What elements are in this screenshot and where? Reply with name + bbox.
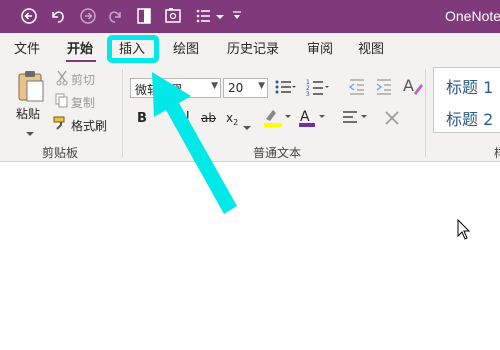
paste-icon xyxy=(18,71,44,102)
app-title: OneNote xyxy=(445,8,500,24)
delete-icon[interactable] xyxy=(384,110,400,130)
format-painter-icon xyxy=(53,115,69,135)
active-tab-indicator xyxy=(66,60,96,62)
copy-button[interactable]: 复制 xyxy=(71,94,95,111)
subscript-mark: 2 xyxy=(233,118,239,127)
font-size-combo[interactable]: 20 ▼ xyxy=(223,78,268,98)
subscript-button[interactable]: x2 xyxy=(226,111,239,127)
redo-icon[interactable] xyxy=(105,0,127,33)
tab-review[interactable]: 审阅 xyxy=(307,38,333,57)
copy-icon xyxy=(55,93,69,113)
chevron-down-icon[interactable]: ▼ xyxy=(258,81,265,91)
group-separator xyxy=(425,69,426,157)
screen-clip-icon[interactable] xyxy=(162,0,184,33)
svg-text:A: A xyxy=(403,76,414,95)
bullets-icon[interactable] xyxy=(274,77,296,101)
list-icon[interactable] xyxy=(193,0,215,33)
chevron-down-icon[interactable] xyxy=(243,117,251,136)
highlighter-icon[interactable] xyxy=(262,107,292,133)
forward-icon[interactable] xyxy=(77,0,99,33)
numbering-icon[interactable]: 123 xyxy=(306,77,330,101)
style-heading-2[interactable]: 标题 2 xyxy=(446,106,493,130)
list-dropdown-icon[interactable] xyxy=(215,0,225,33)
tab-view[interactable]: 视图 xyxy=(358,38,384,57)
tab-history[interactable]: 历史记录 xyxy=(227,38,279,57)
styles-group-label: 样 xyxy=(494,144,500,161)
clipboard-group-label: 剪贴板 xyxy=(42,146,79,160)
align-icon[interactable] xyxy=(342,109,370,131)
back-icon[interactable] xyxy=(18,0,40,33)
tab-draw[interactable]: 绘图 xyxy=(173,38,199,57)
cut-button[interactable]: 剪切 xyxy=(71,71,95,88)
style-heading-1[interactable]: 标题 1 xyxy=(446,74,493,98)
font-name-combo[interactable]: 微软雅黑 ▼ xyxy=(130,78,221,98)
basic-text-group-label: 普通文本 xyxy=(253,146,302,160)
customize-icon[interactable] xyxy=(231,0,243,33)
undo-icon[interactable] xyxy=(46,0,68,33)
paste-label[interactable]: 粘贴 xyxy=(16,105,40,122)
underline-button[interactable]: U xyxy=(180,110,190,125)
styles-gallery[interactable]: 标题 1 标题 2 xyxy=(433,67,500,133)
format-painter-button[interactable]: 格式刷 xyxy=(71,117,107,134)
tab-file[interactable]: 文件 xyxy=(14,38,40,57)
highlight-box xyxy=(107,35,159,63)
dock-icon[interactable] xyxy=(133,0,155,33)
increase-indent-icon[interactable] xyxy=(375,78,393,100)
strikethrough-button[interactable]: ab xyxy=(201,111,216,125)
title-bar: OneNote xyxy=(0,0,500,33)
font-color-icon[interactable]: A xyxy=(298,107,328,133)
decrease-indent-icon[interactable] xyxy=(348,78,366,100)
font-size-value: 20 xyxy=(228,81,244,95)
ribbon-home: 粘贴 剪切 复制 格式刷 剪贴板 微软雅黑 ▼ 20 ▼ 123 A B U a… xyxy=(0,63,500,162)
ribbon-tabs: 文件 开始 插入 绘图 历史记录 审阅 视图 xyxy=(0,33,500,63)
svg-text:A: A xyxy=(300,109,310,125)
cursor-icon xyxy=(457,218,471,245)
svg-text:3: 3 xyxy=(306,91,310,97)
cut-icon xyxy=(55,70,69,90)
tab-home[interactable]: 开始 xyxy=(67,38,93,57)
clear-formatting-icon[interactable]: A xyxy=(402,75,424,101)
chevron-down-icon[interactable]: ▼ xyxy=(211,81,218,91)
page-canvas[interactable] xyxy=(0,162,500,350)
bold-button[interactable]: B xyxy=(137,111,147,126)
paste-dropdown-icon[interactable] xyxy=(26,123,34,142)
group-separator xyxy=(122,69,123,157)
font-name-value: 微软雅黑 xyxy=(135,83,184,97)
